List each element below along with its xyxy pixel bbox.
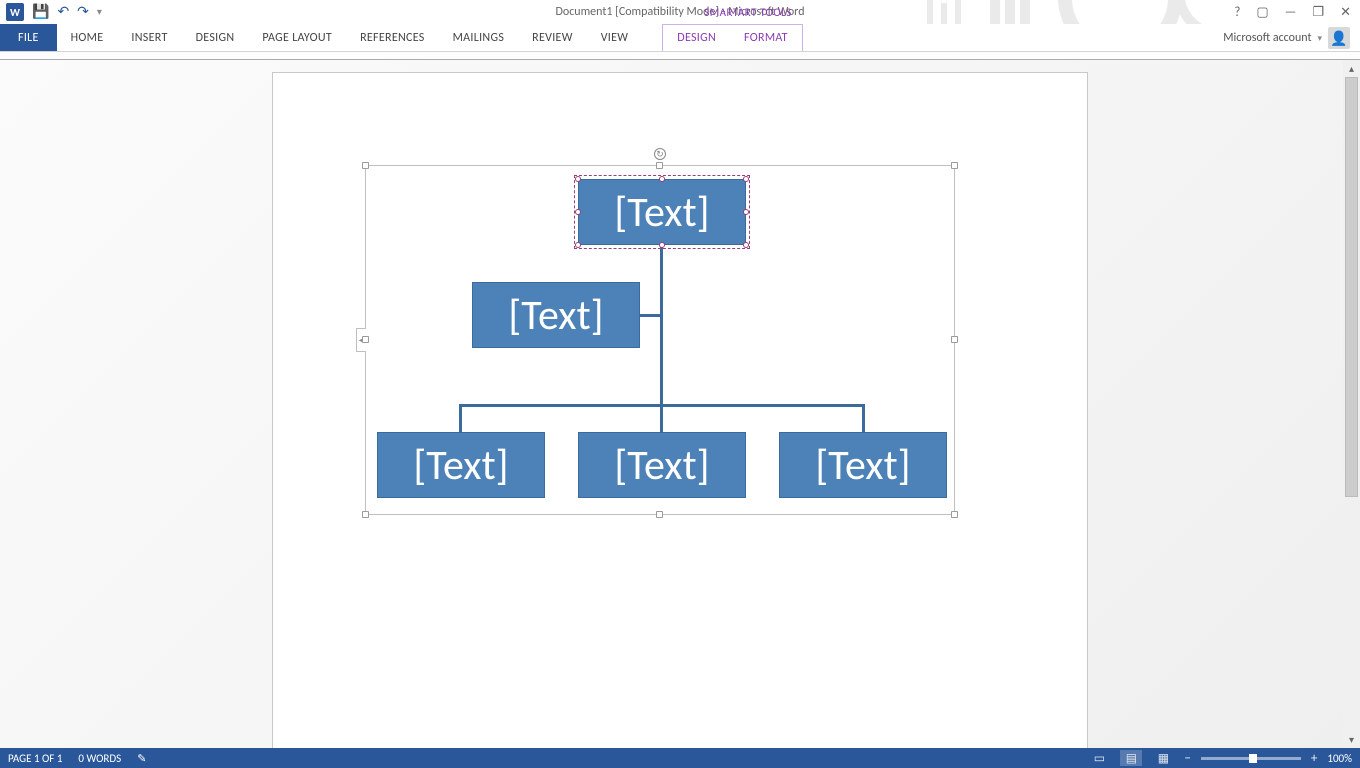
spellcheck-icon[interactable]: ✎ (137, 752, 146, 765)
word-app-icon: W (6, 3, 24, 21)
redo-icon[interactable]: ↷ (77, 5, 89, 19)
shape-handle[interactable] (659, 176, 665, 182)
shape-handle[interactable] (743, 176, 749, 182)
qat-customize-icon[interactable]: ▾ (97, 7, 102, 17)
connector (459, 404, 462, 432)
shape-handle[interactable] (575, 209, 581, 215)
ribbon-tabs: FILE HOME INSERT DESIGN PAGE LAYOUT REFE… (0, 24, 1360, 52)
resize-handle[interactable] (362, 162, 369, 169)
avatar-icon: 👤 (1328, 27, 1350, 49)
vertical-scrollbar[interactable]: ▴ ▾ (1343, 60, 1360, 748)
zoom-level[interactable]: 100% (1327, 752, 1352, 765)
shape-handle[interactable] (575, 242, 581, 248)
quick-access-toolbar: W 💾 ↶ ↷ ▾ (0, 3, 102, 21)
resize-handle[interactable] (362, 511, 369, 518)
smartart-node-child[interactable]: [Text] (377, 432, 545, 498)
tab-insert[interactable]: INSERT (117, 24, 181, 51)
title-bar: W 💾 ↶ ↷ ▾ Document1 [Compatibility Mode]… (0, 0, 1360, 24)
chevron-down-icon: ▾ (1317, 33, 1322, 44)
ribbon-display-options-icon[interactable]: ▢ (1253, 5, 1271, 20)
scroll-thumb[interactable] (1345, 77, 1358, 497)
restore-icon[interactable]: ❐ (1309, 5, 1327, 20)
connector (639, 314, 660, 317)
rotate-handle-icon[interactable]: ↻ (654, 148, 666, 160)
ribbon-body-collapsed (0, 52, 1360, 60)
tab-smartart-format[interactable]: FORMAT (730, 24, 803, 51)
status-words[interactable]: 0 WORDS (78, 752, 121, 765)
tab-smartart-design[interactable]: DESIGN (662, 24, 730, 51)
shape-handle[interactable] (575, 176, 581, 182)
undo-icon[interactable]: ↶ (57, 5, 69, 19)
smartart-selection-frame[interactable]: ↻ ◄ [Text] (365, 165, 955, 515)
smartart-node-child[interactable]: [Text] (578, 432, 746, 498)
close-icon[interactable]: ✕ (1337, 5, 1354, 20)
resize-handle[interactable] (951, 511, 958, 518)
connector (660, 244, 663, 404)
connector (660, 404, 663, 432)
connector (862, 404, 865, 432)
shape-handle[interactable] (743, 209, 749, 215)
status-bar: PAGE 1 OF 1 0 WORDS ✎ ▭ ▤ ▦ − + 100% (0, 748, 1360, 768)
smartart-node-root[interactable]: [Text] (578, 179, 746, 245)
view-print-layout-icon[interactable]: ▤ (1120, 750, 1142, 766)
shape-handle[interactable] (659, 242, 665, 248)
shape-handle[interactable] (743, 242, 749, 248)
view-read-mode-icon[interactable]: ▭ (1088, 750, 1110, 766)
resize-handle[interactable] (656, 162, 663, 169)
document-workspace: ↻ ◄ [Text] (0, 60, 1360, 748)
minimize-icon[interactable]: — (1282, 5, 1300, 20)
node-text: [Text] (614, 187, 709, 238)
resize-handle[interactable] (951, 162, 958, 169)
tab-references[interactable]: REFERENCES (346, 24, 439, 51)
scroll-down-icon[interactable]: ▾ (1343, 731, 1360, 748)
resize-handle[interactable] (656, 511, 663, 518)
tab-review[interactable]: REVIEW (518, 24, 587, 51)
scroll-track[interactable] (1343, 77, 1360, 731)
scroll-up-icon[interactable]: ▴ (1343, 60, 1360, 77)
document-page[interactable]: ↻ ◄ [Text] (272, 72, 1088, 748)
window-controls: ? ▢ — ❐ ✕ (1231, 5, 1354, 20)
tab-page-layout[interactable]: PAGE LAYOUT (248, 24, 346, 51)
account-area[interactable]: Microsoft account ▾ 👤 (1223, 24, 1350, 52)
smartart-node-assistant[interactable]: [Text] (472, 282, 640, 348)
tab-home[interactable]: HOME (57, 24, 118, 51)
tab-mailings[interactable]: MAILINGS (439, 24, 519, 51)
smartart-canvas: [Text] [Text] [Text] [Text] [Text] (374, 174, 946, 506)
smartart-node-child[interactable]: [Text] (779, 432, 947, 498)
save-icon[interactable]: 💾 (32, 5, 49, 19)
tab-design[interactable]: DESIGN (182, 24, 249, 51)
zoom-in-icon[interactable]: + (1311, 751, 1317, 766)
tab-file[interactable]: FILE (0, 24, 57, 51)
account-label: Microsoft account (1223, 31, 1311, 45)
resize-handle[interactable] (951, 336, 958, 343)
status-page[interactable]: PAGE 1 OF 1 (8, 752, 62, 765)
zoom-slider-thumb[interactable] (1249, 754, 1257, 763)
tab-view[interactable]: VIEW (587, 24, 643, 51)
zoom-out-icon[interactable]: − (1184, 751, 1190, 766)
resize-handle[interactable] (362, 336, 369, 343)
view-web-layout-icon[interactable]: ▦ (1152, 750, 1174, 766)
help-icon[interactable]: ? (1231, 5, 1243, 20)
zoom-slider[interactable] (1201, 757, 1301, 760)
